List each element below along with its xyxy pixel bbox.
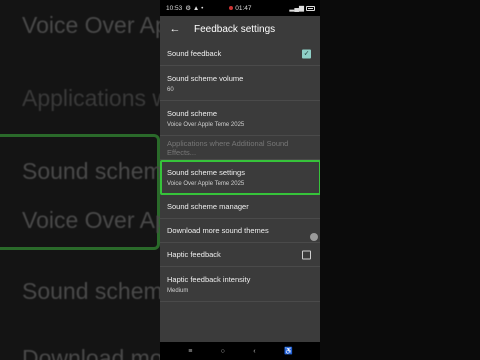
setting-value: Voice Over Apple Teme 2025	[167, 121, 245, 128]
setting-sound-scheme-volume[interactable]: Sound scheme volume 60	[160, 66, 321, 101]
setting-value: Medium	[167, 287, 189, 294]
setting-title: Sound feedback	[167, 49, 222, 58]
scroll-handle[interactable]	[310, 233, 318, 241]
setting-title: Sound scheme manager	[167, 202, 249, 211]
recording-dot-icon	[229, 5, 234, 10]
setting-title: Download more sound themes	[167, 226, 269, 235]
setting-haptic-feedback[interactable]: Haptic feedback	[160, 243, 321, 267]
accessibility-icon[interactable]: ♿	[284, 347, 293, 355]
page-title: Feedback settings	[194, 23, 276, 35]
setting-sound-feedback[interactable]: Sound feedback ✓	[160, 42, 321, 66]
setting-sound-scheme-manager[interactable]: Sound scheme manager	[160, 195, 321, 219]
bg-line: Download more	[22, 345, 184, 360]
settings-list: Sound feedback ✓ Sound scheme volume 60 …	[160, 42, 321, 302]
setting-additional-sound-effects: Applications where Additional Sound Effe…	[160, 136, 321, 160]
setting-title: Applications where Additional Sound Effe…	[167, 138, 289, 157]
back-nav-icon[interactable]: ‹	[253, 348, 255, 355]
setting-title: Haptic feedback	[167, 250, 221, 259]
sound-feedback-checkbox[interactable]: ✓	[302, 49, 311, 58]
setting-title: Sound scheme settings	[167, 167, 245, 177]
bg-line: Sound scheme	[22, 278, 176, 304]
bg-line: Sound scheme	[22, 158, 176, 184]
home-icon[interactable]: ○	[221, 348, 225, 355]
recents-icon[interactable]: ≡	[188, 348, 192, 355]
haptic-feedback-checkbox[interactable]	[302, 250, 311, 259]
recording-time: 01:47	[160, 5, 321, 12]
navigation-bar: ≡ ○ ‹ ♿	[160, 342, 321, 360]
setting-value: Voice Over Apple Teme 2025	[167, 180, 245, 187]
right-margin	[320, 0, 480, 360]
setting-download-sound-themes[interactable]: Download more sound themes	[160, 219, 321, 243]
arrow-left-icon[interactable]: ←	[168, 22, 182, 36]
phone-screen: 10:53 ⚙ ▲ • 01:47 ▂▄▆ ← Feedback setting…	[160, 0, 321, 360]
setting-value: 60	[167, 86, 174, 93]
setting-title: Sound scheme volume	[167, 73, 244, 83]
setting-title: Haptic feedback intensity	[167, 274, 251, 284]
status-bar: 10:53 ⚙ ▲ • 01:47 ▂▄▆	[160, 0, 321, 16]
app-bar: ← Feedback settings	[160, 16, 321, 42]
setting-sound-scheme[interactable]: Sound scheme Voice Over Apple Teme 2025	[160, 101, 321, 136]
setting-title: Sound scheme	[167, 108, 218, 118]
setting-sound-scheme-settings[interactable]: Sound scheme settings Voice Over Apple T…	[160, 160, 321, 195]
setting-haptic-intensity[interactable]: Haptic feedback intensity Medium	[160, 267, 321, 302]
battery-icon	[306, 5, 315, 11]
